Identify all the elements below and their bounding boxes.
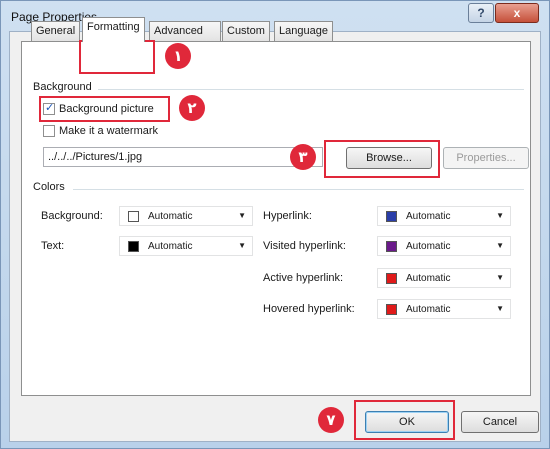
hovered-hyperlink-color-label: Hovered hyperlink: xyxy=(263,303,355,315)
color-select-value: Automatic xyxy=(406,273,451,284)
chevron-down-icon: ▼ xyxy=(496,273,504,282)
color-swatch xyxy=(386,304,397,315)
background-color-label: Background: xyxy=(41,210,103,222)
properties-button[interactable]: Properties... xyxy=(443,147,529,169)
background-group-label: Background xyxy=(33,81,96,93)
colors-group-label: Colors xyxy=(33,181,69,193)
chevron-down-icon: ▼ xyxy=(238,211,246,220)
background-picture-highlight xyxy=(39,96,170,122)
tab-advanced[interactable]: Advanced xyxy=(149,21,221,41)
chevron-down-icon: ▼ xyxy=(496,241,504,250)
tab-formatting[interactable]: Formatting xyxy=(82,17,145,42)
chevron-down-icon: ▼ xyxy=(496,211,504,220)
step-marker-3: ٣ xyxy=(290,144,316,170)
tab-general[interactable]: General xyxy=(31,21,81,41)
visited-hyperlink-color-label: Visited hyperlink: xyxy=(263,240,346,252)
color-swatch xyxy=(386,273,397,284)
color-swatch xyxy=(128,211,139,222)
background-path-input[interactable]: ../../../Pictures/1.jpg xyxy=(43,147,323,167)
color-select-value: Automatic xyxy=(406,241,451,252)
help-button[interactable]: ? xyxy=(468,3,494,23)
ok-button-highlight xyxy=(354,400,455,440)
cancel-button[interactable]: Cancel xyxy=(461,411,539,433)
text-color-label: Text: xyxy=(41,240,65,252)
watermark-checkbox[interactable] xyxy=(43,125,55,137)
text-color-select[interactable]: Automatic ▼ xyxy=(119,236,253,256)
watermark-label: Make it a watermark xyxy=(59,125,159,137)
color-select-value: Automatic xyxy=(406,304,451,315)
hyperlink-color-select[interactable]: Automatic ▼ xyxy=(377,206,511,226)
active-hyperlink-color-label: Active hyperlink: xyxy=(263,272,344,284)
active-hyperlink-color-select[interactable]: Automatic ▼ xyxy=(377,268,511,288)
page-properties-dialog: Page Properties ? x General Formatting A… xyxy=(0,0,550,449)
step-marker-7: ٧ xyxy=(318,407,344,433)
color-swatch xyxy=(128,241,139,252)
color-swatch xyxy=(386,211,397,222)
color-select-value: Automatic xyxy=(406,211,451,222)
tab-custom[interactable]: Custom xyxy=(222,21,270,41)
hovered-hyperlink-color-select[interactable]: Automatic ▼ xyxy=(377,299,511,319)
color-select-value: Automatic xyxy=(148,241,193,252)
chevron-down-icon: ▼ xyxy=(496,304,504,313)
browse-button-highlight xyxy=(324,140,440,178)
background-color-select[interactable]: Automatic ▼ xyxy=(119,206,253,226)
color-select-value: Automatic xyxy=(148,211,193,222)
color-swatch xyxy=(386,241,397,252)
step-marker-2: ٢ xyxy=(179,95,205,121)
help-icon: ? xyxy=(477,6,485,20)
formatting-tab-highlight xyxy=(79,40,155,74)
chevron-down-icon: ▼ xyxy=(238,241,246,250)
close-icon: x xyxy=(513,6,521,20)
hyperlink-color-label: Hyperlink: xyxy=(263,210,312,222)
background-group-divider xyxy=(98,89,524,90)
tab-language[interactable]: Language xyxy=(274,21,333,41)
visited-hyperlink-color-select[interactable]: Automatic ▼ xyxy=(377,236,511,256)
close-button[interactable]: x xyxy=(495,3,539,23)
colors-group-divider xyxy=(73,189,524,190)
step-marker-1: ١ xyxy=(165,43,191,69)
